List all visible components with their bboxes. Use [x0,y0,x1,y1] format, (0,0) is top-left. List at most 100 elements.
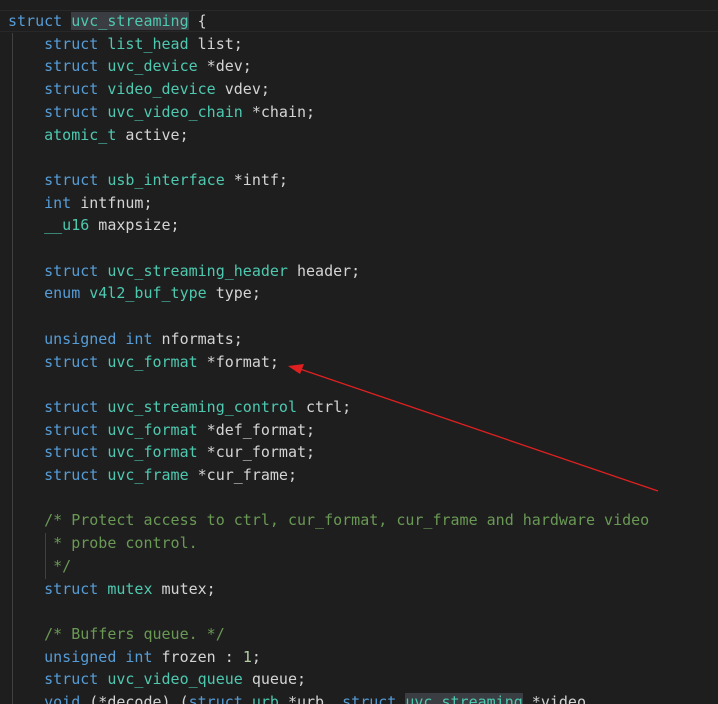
code-token: uvc_streaming_header [107,261,288,280]
code-token: type; [206,284,261,303]
code-token: queue; [242,670,307,689]
code-token: header; [287,261,361,280]
code-token: struct [44,443,99,462]
code-token: void [44,693,81,704]
code-token: uvc_format [107,352,198,371]
code-token: nformats; [152,329,243,348]
code-line: struct uvc_streaming_control ctrl; [8,396,351,418]
code-token: vdev; [215,80,270,99]
code-token: struct [44,80,99,99]
code-token: 1 [242,647,252,666]
code-token: *chain; [242,102,316,121]
code-line: struct uvc_device *dev; [8,55,252,77]
code-token: /* Buffers queue. */ [44,624,225,643]
code-token: uvc_streaming [71,12,189,30]
code-token: *cur_frame; [188,466,297,484]
code-token: int [125,329,153,348]
code-token: struct [44,102,99,121]
code-line: struct uvc_streaming { [8,10,207,32]
code-token: __u16 [44,216,90,235]
code-token: struct [44,579,99,598]
code-token: urb [251,693,279,704]
code-token: enum [44,284,81,303]
code-token: *intf; [224,170,288,189]
code-token: */ [8,556,72,575]
code-line: struct video_device vdev; [8,78,270,100]
code-token: uvc_video_queue [107,670,243,689]
code-line: struct mutex mutex; [8,578,216,600]
code-token: uvc_format [107,420,198,439]
code-token: intfnum; [71,193,153,212]
code-token: *urb, [278,693,343,704]
code-token: struct [44,466,99,484]
code-line: atomic_t active; [8,124,189,146]
code-editor[interactable]: struct uvc_streaming { struct list_head … [0,0,718,704]
code-token: int [44,193,72,212]
code-token: uvc_video_chain [107,102,243,121]
code-token: struct [44,170,99,189]
code-line: struct uvc_frame *cur_frame; [8,464,297,486]
code-token: mutex; [152,579,216,598]
code-token: struct [44,670,99,689]
code-token: ctrl; [297,397,352,416]
code-token: uvc_frame [107,466,189,484]
code-line: */ [8,555,71,577]
code-token: maxpsize; [89,216,180,235]
code-token: *def_format; [197,420,316,439]
code-line: struct list_head list; [8,33,243,55]
code-token: struct [44,397,99,416]
code-token: *cur_format; [197,443,316,462]
code-token: unsigned [44,329,117,348]
code-line: * probe control. [8,532,198,554]
code-token: uvc_format [107,443,198,462]
annotation-arrow-shaft [299,368,659,492]
code-line: __u16 maxpsize; [8,214,180,236]
code-token: *dev; [197,57,252,76]
code-token: int [125,647,153,666]
code-token: *video, [522,693,596,704]
code-token: (*decode) ( [80,693,189,704]
code-token: list; [188,34,243,53]
code-line: struct uvc_format *def_format; [8,419,315,441]
code-line: struct uvc_video_queue queue; [8,668,306,690]
code-token: struct [188,693,243,704]
code-line: struct uvc_format *cur_format; [8,441,315,463]
code-token: { [188,12,207,30]
code-token: uvc_streaming [405,693,523,704]
code-line: struct uvc_streaming_header header; [8,260,360,282]
code-line: struct uvc_format *format; [8,351,279,373]
code-line: /* Protect access to ctrl, cur_format, c… [8,509,649,531]
code-token: mutex [107,579,153,598]
annotation-arrow-head [288,364,304,374]
code-line: struct uvc_video_chain *chain; [8,101,315,123]
code-token: struct [342,693,397,704]
code-token: /* Protect access to ctrl, cur_format, c… [44,511,650,530]
code-token: unsigned [44,647,117,666]
code-line: unsigned int frozen : 1; [8,646,261,668]
code-token: ; [251,647,261,666]
